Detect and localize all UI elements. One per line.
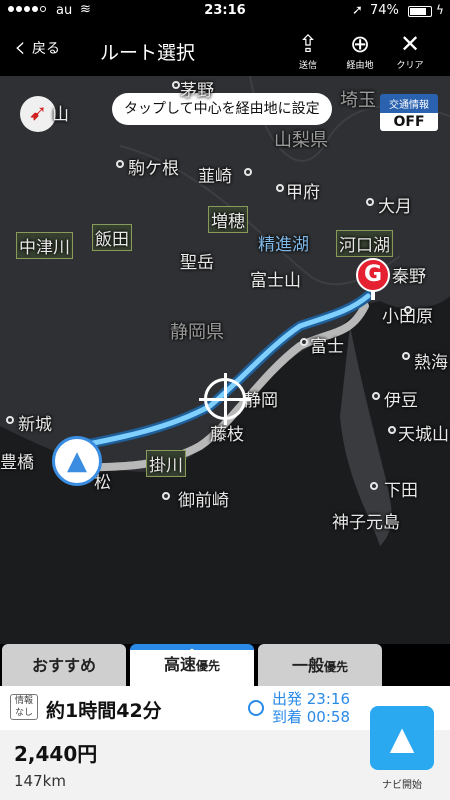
compass-needle-icon: ➹ [28, 101, 48, 126]
tab-general-road[interactable]: 一般優先 [258, 644, 382, 686]
send-button[interactable]: ⇪ 送信 [286, 30, 330, 71]
place-label: 掛川 [146, 450, 186, 477]
place-label: 駒ケ根 [128, 159, 179, 179]
place-label: 御前崎 [178, 491, 229, 511]
place-label: 河口湖 [336, 230, 393, 257]
place-label: 聖岳 [180, 253, 214, 273]
arrival-time: 到着 00:58 [272, 708, 350, 726]
place-marker [162, 492, 170, 500]
place-marker [276, 184, 284, 192]
tab-label: 一般 [291, 656, 324, 675]
toll-fee: 2,440円 [14, 742, 98, 766]
waypoint-button[interactable]: ⊕ 経由地 [338, 30, 382, 71]
navigation-arrow-icon: ▲ [67, 446, 87, 476]
chevron-up-icon: ︿ [185, 641, 199, 657]
place-label: 中津川 [16, 232, 73, 259]
no-info-badge: 情報なし [10, 694, 38, 720]
map-center-crosshair [199, 373, 251, 425]
waypoint-hint: タップして中心を経由地に設定 [112, 93, 332, 125]
place-marker [300, 338, 308, 346]
place-label: 神子元島 [332, 513, 400, 533]
traffic-label: 交通情報 [380, 94, 438, 113]
goal-marker[interactable]: G [356, 258, 390, 292]
route-tabs: おすすめ ︿ 高速優先 一般優先 [0, 641, 450, 686]
place-label: 伊豆 [384, 391, 418, 411]
current-location-button[interactable]: ▲ [52, 436, 102, 486]
place-label: 富士山 [250, 271, 301, 291]
place-marker [388, 426, 396, 434]
pin-plus-icon: ⊕ [349, 30, 371, 58]
place-marker [404, 306, 412, 314]
back-label: 戻る [32, 41, 60, 57]
place-label: 熱海 [414, 353, 448, 373]
place-label: 秦野 [392, 267, 426, 287]
place-marker [172, 81, 180, 89]
clear-label: クリア [396, 61, 424, 71]
battery-percent: 74% [370, 3, 399, 18]
share-icon: ⇪ [297, 30, 319, 58]
place-marker [402, 352, 410, 360]
place-label: 増穂 [208, 206, 248, 233]
location-arrow-icon: ➚ [352, 3, 363, 18]
tab-suffix: 優先 [324, 660, 349, 674]
start-navigation-label: ナビ開始 [382, 780, 422, 791]
place-label: 大月 [378, 197, 412, 217]
compass-button[interactable]: ➹ [20, 96, 56, 132]
route-duration: 約1時間42分 [46, 700, 162, 722]
place-label: 藤枝 [210, 425, 244, 445]
traffic-value: OFF [380, 113, 438, 131]
clock-icon [248, 700, 264, 716]
place-marker [366, 198, 374, 206]
place-marker [116, 160, 124, 168]
place-label: 山 [52, 105, 69, 125]
tab-label: 高速 [163, 655, 196, 674]
place-label: 茅野 [180, 81, 214, 101]
departure-time: 出発 23:16 [272, 690, 350, 708]
navigation-arrow-icon: ▲ [389, 719, 415, 757]
tab-label: おすすめ [31, 656, 96, 675]
place-label: 飯田 [92, 224, 132, 251]
status-bar: au ≋ 23:16 ➚ 74% ϟ [0, 0, 450, 24]
tab-suffix: 優先 [196, 659, 221, 673]
start-navigation-button[interactable]: ▲ [370, 706, 434, 770]
place-label: 富士 [310, 337, 344, 357]
prefecture-label: 静岡県 [170, 322, 224, 343]
place-label: 甲府 [286, 183, 320, 203]
tab-highway[interactable]: ︿ 高速優先 [130, 641, 254, 686]
charging-icon: ϟ [436, 3, 444, 17]
back-button[interactable]: ‹ 戻る [14, 30, 60, 65]
waypoint-label: 経由地 [346, 61, 374, 71]
place-label: 新城 [18, 415, 52, 435]
place-marker [370, 482, 378, 490]
place-marker [244, 168, 252, 176]
place-label: 韮崎 [198, 167, 232, 187]
place-marker [372, 392, 380, 400]
place-label: 下田 [384, 481, 418, 501]
chevron-left-icon: ‹ [14, 30, 26, 65]
place-label: 豊橋 [0, 453, 34, 473]
place-label: 天城山 [398, 425, 449, 445]
goal-pin-stem [371, 290, 375, 300]
clear-button[interactable]: ✕ クリア [388, 30, 432, 71]
prefecture-label: 山梨県 [274, 130, 328, 151]
traffic-info-toggle[interactable]: 交通情報 OFF [380, 94, 438, 131]
tab-recommended[interactable]: おすすめ [2, 644, 126, 686]
route-times: 出発 23:16 到着 00:58 [272, 690, 350, 726]
map-view[interactable]: ➹ タップして中心を経由地に設定 交通情報 OFF 茅野 山 埼玉 山梨県 駒ケ… [0, 76, 450, 644]
battery-icon [408, 6, 432, 17]
page-title: ルート選択 [100, 42, 196, 64]
route-distance: 147km [14, 772, 66, 790]
send-label: 送信 [298, 61, 317, 71]
place-label: 埼玉 [340, 90, 376, 111]
place-marker [6, 416, 14, 424]
lake-label: 精進湖 [258, 235, 309, 255]
close-icon: ✕ [399, 30, 421, 58]
navigation-bar: ‹ 戻る ルート選択 ⇪ 送信 ⊕ 経由地 ✕ クリア [0, 24, 450, 76]
